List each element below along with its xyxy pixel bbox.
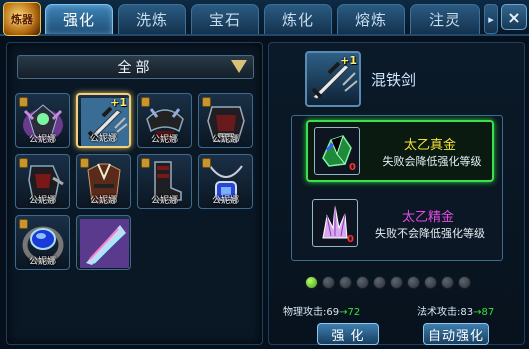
inventory-slot[interactable]: 公妮娜 bbox=[15, 93, 70, 148]
enhance-level-indicator bbox=[305, 276, 471, 290]
arrow-right-icon: → bbox=[339, 307, 348, 318]
tab-label: 注灵 bbox=[428, 11, 461, 29]
material-count: 0 bbox=[347, 234, 354, 245]
item-name: 混铁剑 bbox=[371, 71, 417, 89]
level-dot bbox=[356, 276, 369, 289]
level-dot bbox=[458, 276, 471, 289]
tab-infuse[interactable]: 注灵 bbox=[410, 4, 480, 34]
material-count: 0 bbox=[349, 162, 356, 173]
filter-selected: 全部 bbox=[117, 60, 154, 76]
owner-label: 公妮娜 bbox=[28, 135, 56, 145]
chevron-down-icon bbox=[231, 60, 247, 73]
level-dot bbox=[424, 276, 437, 289]
stat-label: 物理攻击: bbox=[283, 307, 327, 318]
level-dot bbox=[339, 276, 352, 289]
material-list: 0 太乙真金 失败会降低强化等级 0 太乙精金 失败不会降低强化等级 bbox=[291, 115, 503, 261]
material-icon: 0 bbox=[314, 127, 360, 175]
stat-to: 72 bbox=[347, 307, 361, 318]
owner-label: 公妮娜 bbox=[89, 134, 117, 144]
inventory-slot[interactable]: 公妮娜 bbox=[15, 154, 70, 209]
lock-icon bbox=[202, 158, 211, 168]
tab-label: 熔炼 bbox=[354, 11, 387, 29]
owner-label: 公妮娜 bbox=[150, 196, 178, 206]
level-dot bbox=[322, 276, 335, 289]
inventory-slot[interactable]: 公妮娜 bbox=[137, 154, 192, 209]
auto-enhance-button[interactable]: 自动强化 bbox=[423, 323, 489, 345]
lock-icon bbox=[141, 97, 150, 107]
close-button[interactable]: × bbox=[501, 4, 527, 30]
enhance-level-badge: +1 bbox=[110, 96, 127, 109]
tab-refine[interactable]: 洗炼 bbox=[118, 4, 186, 34]
owner-label: 公妮娜 bbox=[150, 135, 178, 145]
lock-icon bbox=[202, 97, 211, 107]
tab-label: 洗炼 bbox=[135, 11, 168, 29]
owner-label: 公妮娜 bbox=[89, 196, 117, 206]
arrow-right-icon: → bbox=[473, 307, 482, 318]
fan-icon bbox=[80, 219, 129, 268]
enhance-level-badge: +1 bbox=[340, 54, 357, 67]
chevron-right-icon[interactable]: ▸ bbox=[484, 4, 498, 34]
inventory-slot[interactable]: 公妮娜 bbox=[15, 215, 70, 270]
stat-label: 法术攻击: bbox=[417, 307, 461, 318]
logo: 炼器 bbox=[3, 2, 41, 36]
level-dot bbox=[407, 276, 420, 289]
magic-attack-stat: 法术攻击:83→87 bbox=[417, 303, 494, 318]
tab-transmute[interactable]: 炼化 bbox=[264, 4, 332, 34]
tab-gems[interactable]: 宝石 bbox=[191, 4, 259, 34]
level-dot bbox=[373, 276, 386, 289]
filter-dropdown[interactable]: 全部 bbox=[17, 55, 254, 79]
tab-label: 强化 bbox=[62, 11, 95, 29]
material-description: 失败不会降低强化等级 bbox=[375, 227, 485, 240]
close-icon: × bbox=[507, 7, 521, 27]
lock-icon bbox=[19, 219, 28, 229]
owner-label: 公妮娜 bbox=[211, 135, 239, 145]
lock-icon bbox=[141, 158, 150, 168]
material-option-jingjin[interactable]: 0 太乙精金 失败不会降低强化等级 bbox=[306, 194, 494, 256]
level-dot bbox=[441, 276, 454, 289]
material-title: 太乙精金 bbox=[401, 210, 454, 225]
stat-from: 83 bbox=[460, 307, 474, 318]
level-dot bbox=[305, 276, 318, 289]
enhance-button[interactable]: 强 化 bbox=[317, 323, 379, 345]
lock-icon bbox=[19, 97, 28, 107]
inventory-slot[interactable]: 公妮娜 bbox=[76, 154, 131, 209]
inventory-slot-selected[interactable]: +1 公妮娜 bbox=[76, 93, 131, 148]
tab-label: 炼化 bbox=[281, 11, 314, 29]
material-option-zhenjin[interactable]: 0 太乙真金 失败会降低强化等级 bbox=[306, 120, 494, 182]
tab-smelt[interactable]: 熔炼 bbox=[337, 4, 405, 34]
logo-text: 炼器 bbox=[11, 13, 33, 26]
enhance-button-label: 强 化 bbox=[331, 328, 365, 344]
inventory-slot[interactable]: 公妮娜 bbox=[198, 93, 253, 148]
tab-bar: 炼器 强化 洗炼 宝石 炼化 熔炼 注灵 ▸ × bbox=[0, 0, 529, 36]
lock-icon bbox=[19, 158, 28, 168]
inventory-slot[interactable]: 公妮娜 bbox=[198, 154, 253, 209]
tab-enhance[interactable]: 强化 bbox=[45, 4, 113, 34]
owner-label: 公妮娜 bbox=[211, 196, 239, 206]
material-title: 太乙真金 bbox=[403, 138, 456, 153]
inventory-slot[interactable] bbox=[76, 215, 131, 270]
material-icon: 0 bbox=[312, 199, 358, 247]
auto-enhance-button-label: 自动强化 bbox=[427, 328, 484, 344]
inventory-panel: 全部 公妮娜 +1 公妮娜 公妮娜 公妮娜 公妮娜 公妮娜 公妮娜 公妮娜 公妮… bbox=[6, 42, 263, 345]
stat-from: 69 bbox=[326, 307, 340, 318]
enhance-panel: +1 混铁剑 0 太乙真金 失败会降低强化等级 0 太乙精金 失败不会降低强化等… bbox=[268, 42, 525, 345]
owner-label: 公妮娜 bbox=[28, 257, 56, 267]
physical-attack-stat: 物理攻击:69→72 bbox=[283, 303, 360, 318]
material-description: 失败会降低强化等级 bbox=[382, 155, 482, 168]
owner-label: 公妮娜 bbox=[28, 196, 56, 206]
level-dot bbox=[390, 276, 403, 289]
selected-item-slot[interactable]: +1 bbox=[305, 51, 361, 107]
tab-label: 宝石 bbox=[208, 11, 241, 29]
lock-icon bbox=[80, 158, 89, 168]
stat-to: 87 bbox=[481, 307, 495, 318]
inventory-slot[interactable]: 公妮娜 bbox=[137, 93, 192, 148]
